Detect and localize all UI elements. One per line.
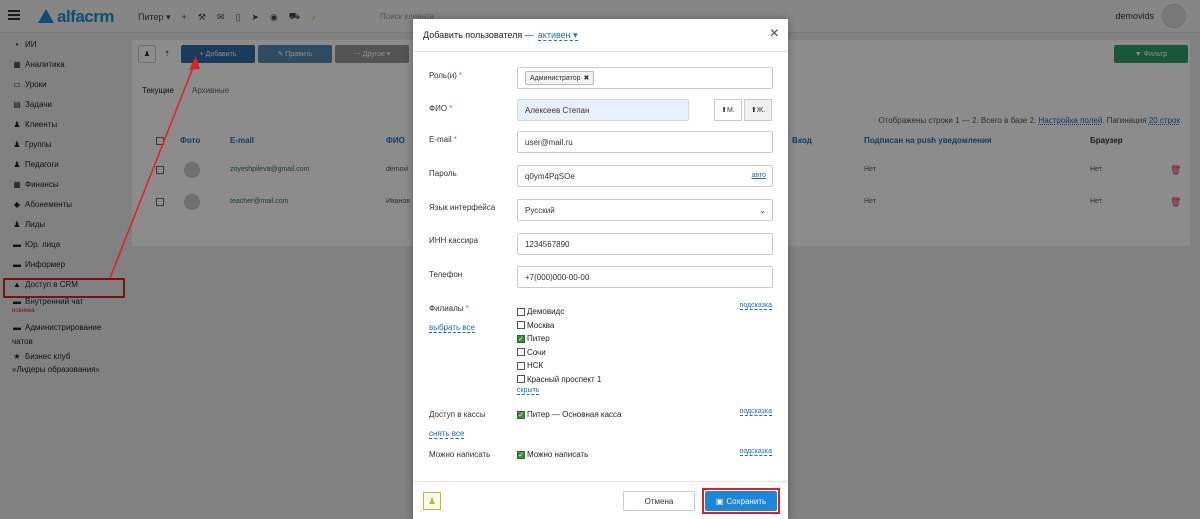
branch-label: Москва — [527, 320, 555, 330]
modal-footer: ♟ Отмена ▣ Сохранить — [413, 481, 788, 519]
gender-male-label: М. — [727, 106, 735, 114]
gender-male-button[interactable]: ⬆ М. — [714, 99, 742, 121]
select-all-branches-link[interactable]: выбрать все — [429, 323, 475, 333]
cancel-button[interactable]: Отмена — [623, 491, 695, 511]
modal-header: Добавить пользователя — активен ▾ × — [413, 19, 788, 52]
language-select[interactable]: Русский ⌄ — [517, 199, 773, 221]
email-label-text: E-mail — [429, 135, 452, 144]
role-label-text: Роль(и) — [429, 71, 457, 80]
remove-tag-icon[interactable]: ✖ — [584, 74, 590, 82]
can-write-label: Можно написать — [429, 450, 491, 459]
language-value: Русский — [525, 205, 555, 215]
role-tag-text: Администратор — [530, 74, 581, 82]
phone-field[interactable]: +7(000)000-00-00 — [517, 266, 773, 288]
can-write-option[interactable]: ✓ Можно написать — [517, 448, 588, 462]
required-mark: * — [458, 71, 463, 80]
modal-title-text: Добавить пользователя — — [423, 30, 534, 40]
language-label: Язык интерфейса — [429, 203, 496, 212]
can-write-checkbox[interactable]: ✓ — [517, 450, 525, 459]
required-mark: * — [449, 104, 453, 113]
cash-access-label: Доступ в кассы — [429, 410, 486, 419]
branch-checkbox[interactable] — [517, 361, 525, 370]
password-value: q0ym4PqSOe — [525, 171, 575, 181]
password-label: Пароль — [429, 169, 457, 178]
can-write-text: Можно написать — [527, 450, 589, 460]
status-dropdown[interactable]: активен ▾ — [537, 30, 578, 41]
branch-label: Сочи — [527, 347, 546, 357]
chevron-down-icon: ⌄ — [759, 206, 766, 215]
name-label-text: ФИО — [429, 104, 448, 113]
branches-label: Филиалы * — [429, 304, 469, 313]
name-label: ФИО * — [429, 104, 452, 113]
write-hint-link[interactable]: подсказка — [739, 448, 772, 456]
save-label: Сохранить — [726, 496, 767, 506]
branch-option[interactable]: НСК — [517, 359, 601, 373]
modal-title: Добавить пользователя — активен ▾ — [423, 30, 578, 41]
branch-checkbox[interactable] — [517, 307, 525, 316]
password-field[interactable]: q0ym4PqSOe авто — [517, 165, 773, 187]
branches-list: Демовидс Москва ✓ Питер Сочи НСК Красный … — [517, 305, 601, 395]
gender-female-label: Ж. — [756, 106, 766, 114]
phone-label: Телефон — [429, 270, 463, 279]
modal-body: Роль(и) * Администратор ✖ ФИО * Алексеев Ст… — [413, 53, 788, 481]
cash-option[interactable]: ✓ Питер — Основная касса — [517, 408, 621, 422]
branch-label: Красный проспект 1 — [527, 374, 602, 384]
inn-field[interactable]: 1234567890 — [517, 233, 773, 255]
save-icon: ▣ — [715, 496, 724, 506]
branch-option[interactable]: ✓ Питер — [517, 332, 601, 346]
cash-checkbox[interactable]: ✓ — [517, 410, 525, 419]
branches-hint-link[interactable]: подсказка — [739, 302, 772, 310]
role-label: Роль(и) * — [429, 71, 462, 80]
cash-label: Питер — Основная касса — [527, 410, 622, 420]
branch-checkbox[interactable] — [517, 321, 525, 330]
unselect-all-cash-link[interactable]: снять все — [429, 429, 465, 439]
auto-password-link[interactable]: авто — [752, 172, 766, 179]
name-input[interactable]: Алексеев Степан — [517, 99, 689, 121]
inn-label: ИНН кассира — [429, 236, 479, 245]
email-label: E-mail * — [429, 135, 457, 144]
add-user-modal: Добавить пользователя — активен ▾ × Роль(… — [413, 19, 788, 519]
branch-option[interactable]: Демовидс — [517, 305, 601, 319]
email-field[interactable]: user@mail.ru — [517, 131, 773, 153]
close-icon[interactable]: × — [770, 25, 779, 43]
branch-option[interactable]: Красный проспект 1 — [517, 373, 601, 387]
branch-label: Демовидс — [527, 307, 565, 317]
cash-hint-link[interactable]: подсказка — [739, 408, 772, 416]
required-mark: * — [465, 304, 469, 313]
role-tag: Администратор ✖ — [525, 71, 595, 85]
branches-label-text: Филиалы — [429, 304, 464, 313]
roles-input[interactable]: Администратор ✖ — [517, 67, 773, 89]
can-write-list: ✓ Можно написать — [517, 448, 588, 462]
branch-checkbox[interactable]: ✓ — [517, 334, 525, 343]
user-card-icon[interactable]: ♟ — [423, 492, 441, 510]
hide-branches-link[interactable]: скрыть — [517, 387, 540, 395]
gender-female-button[interactable]: ⬆ Ж. — [744, 99, 772, 121]
required-mark: * — [453, 135, 457, 144]
branch-checkbox[interactable] — [517, 348, 525, 357]
branch-checkbox[interactable] — [517, 375, 525, 384]
branch-label: Питер — [527, 334, 550, 344]
branch-option[interactable]: Сочи — [517, 346, 601, 360]
branch-label: НСК — [527, 361, 544, 371]
branch-option[interactable]: Москва — [517, 319, 601, 333]
cash-list: ✓ Питер — Основная касса — [517, 408, 621, 422]
save-button[interactable]: ▣ Сохранить — [705, 491, 777, 511]
